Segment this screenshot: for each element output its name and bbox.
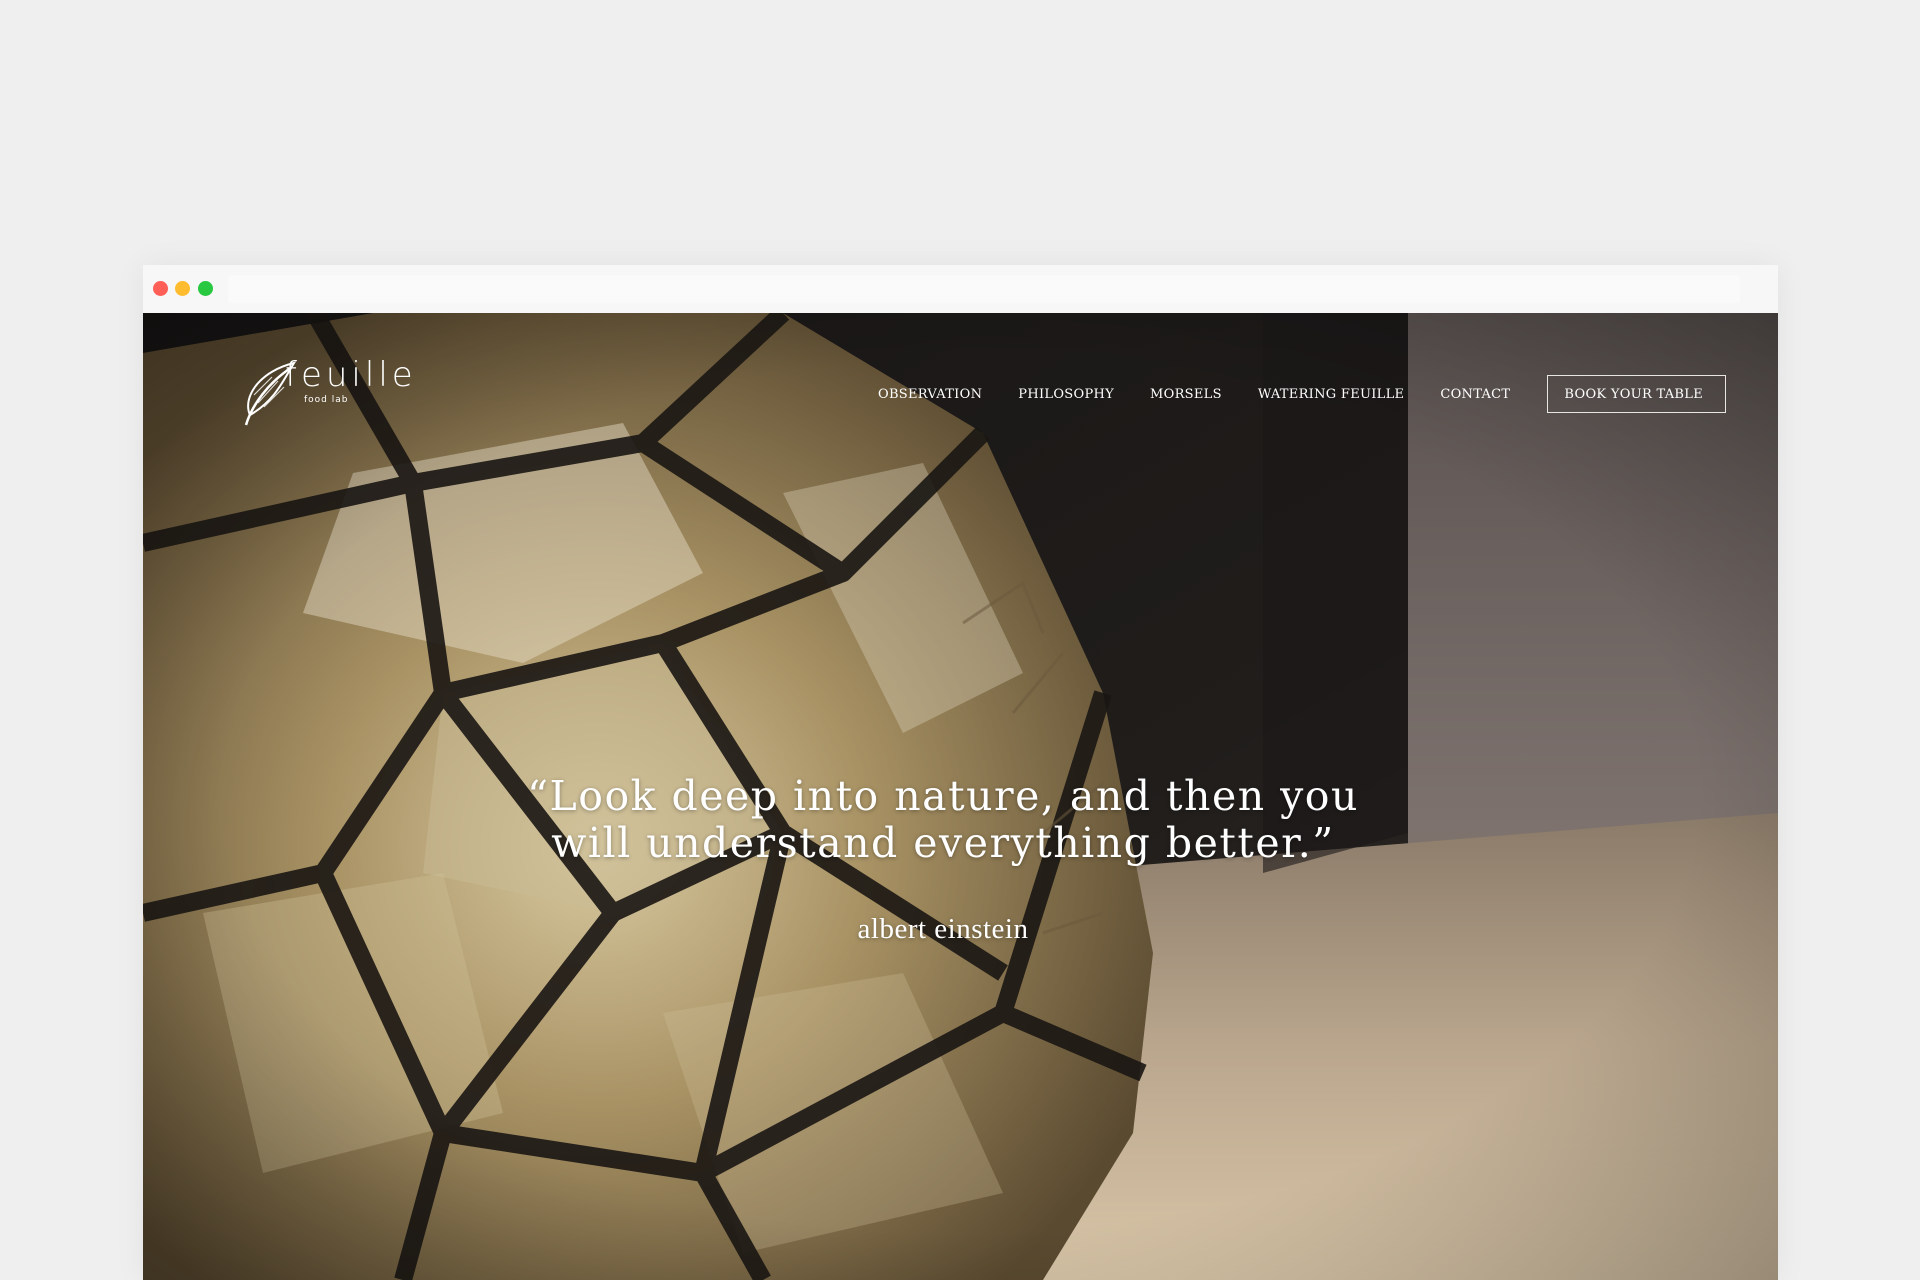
brand-logo[interactable]: feuille food lab <box>238 353 413 433</box>
hero-section: feuille food lab OBSERVATION PHILOSOPHY … <box>143 313 1778 1280</box>
quote-line-2: will understand everything better.” <box>551 819 1335 867</box>
quote-line-1: “Look deep into nature, and then you <box>527 772 1359 820</box>
brand-subtitle: food lab <box>304 395 349 405</box>
nav-item-morsels[interactable]: MORSELS <box>1150 387 1222 402</box>
browser-toolbar <box>143 265 1778 313</box>
nav-item-observation[interactable]: OBSERVATION <box>878 387 982 402</box>
nav-item-watering-feuille[interactable]: WATERING FEUILLE <box>1258 387 1405 402</box>
book-table-button[interactable]: BOOK YOUR TABLE <box>1547 375 1726 413</box>
hero-quote: “Look deep into nature, and then you wil… <box>143 773 1743 867</box>
maximize-window-button[interactable] <box>198 281 213 296</box>
nav-item-philosophy[interactable]: PHILOSOPHY <box>1018 387 1114 402</box>
main-navigation: OBSERVATION PHILOSOPHY MORSELS WATERING … <box>878 375 1726 413</box>
quote-author: albert einstein <box>857 913 1029 945</box>
address-bar[interactable] <box>228 275 1740 303</box>
close-window-button[interactable] <box>153 281 168 296</box>
browser-window: feuille food lab OBSERVATION PHILOSOPHY … <box>143 265 1778 1280</box>
nav-item-contact[interactable]: CONTACT <box>1440 387 1510 402</box>
minimize-window-button[interactable] <box>175 281 190 296</box>
brand-wordmark: feuille <box>285 355 417 395</box>
